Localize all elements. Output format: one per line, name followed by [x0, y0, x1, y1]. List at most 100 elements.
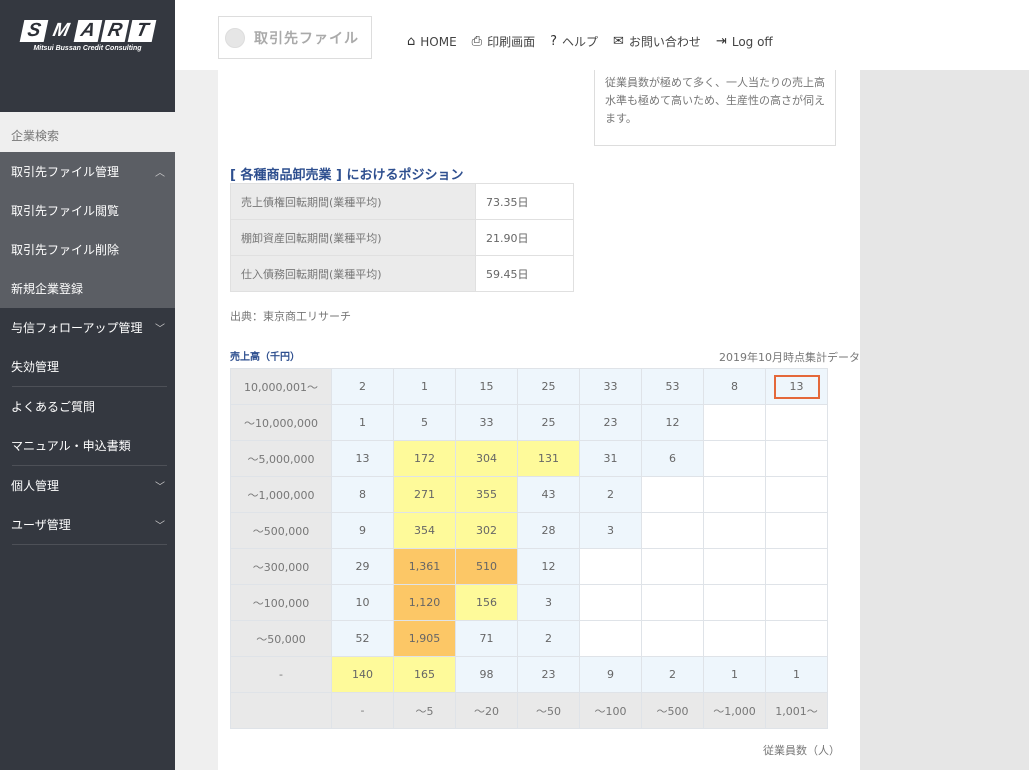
- sidebar-item-file-view[interactable]: 取引先ファイル閲覧: [0, 191, 175, 230]
- sidebar-item-company-search[interactable]: 企業検索: [0, 112, 175, 152]
- sidebar-item-followup[interactable]: 与信フォローアップ管理 ﹀: [0, 308, 175, 347]
- logo-letter: R: [100, 20, 129, 42]
- matrix-cell: 15: [455, 368, 518, 405]
- row-header: ～10,000,000: [230, 404, 332, 441]
- matrix-row: 10,000,001～ 2 1 15 25 33 53 8 13: [230, 368, 828, 405]
- column-header: ～500: [641, 692, 704, 729]
- matrix-cell: 23: [579, 404, 642, 441]
- matrix-row: ～50,000 52 1,905 71 2: [230, 620, 828, 657]
- sidebar-item-manual[interactable]: マニュアル・申込書類: [0, 426, 175, 465]
- x-axis-label: 従業員数（人）: [763, 744, 840, 757]
- logo[interactable]: S M A R T Mitsui Bussan Credit Consultin…: [0, 0, 175, 112]
- sidebar-group-file-management: 取引先ファイル管理 ︿ 取引先ファイル閲覧 取引先ファイル削除 新規企業登録: [0, 152, 175, 308]
- logo-subtitle: Mitsui Bussan Credit Consulting: [33, 45, 142, 52]
- chevron-up-icon: ︿: [155, 168, 165, 179]
- sidebar-item-file-delete[interactable]: 取引先ファイル削除: [0, 230, 175, 269]
- logo-letter: M: [50, 20, 71, 41]
- table-row: 仕入債務回転期間(業種平均) 59.45日: [230, 255, 574, 292]
- sidebar-item-personal[interactable]: 個人管理 ﹀: [0, 466, 175, 505]
- matrix-cell: 2: [641, 656, 704, 693]
- matrix-row: ～10,000,000 1 5 33 25 23 12: [230, 404, 828, 441]
- matrix-cell: 1,361: [393, 548, 456, 585]
- home-icon: ⌂: [407, 34, 416, 49]
- matrix-cell: [641, 476, 704, 513]
- nav-help[interactable]: ? ヘルプ: [550, 33, 598, 50]
- matrix-row: -140 165 98 23 9 2 1 1: [230, 656, 828, 693]
- logout-icon: ⇥: [715, 34, 727, 49]
- matrix-cell: [579, 584, 642, 621]
- matrix-date: 2019年10月時点集計データ: [719, 351, 860, 364]
- sidebar-item-file-management[interactable]: 取引先ファイル管理 ︿: [0, 152, 175, 191]
- matrix-cell: [765, 620, 828, 657]
- nav-home[interactable]: ⌂ HOME: [407, 34, 457, 49]
- position-value: 59.45日: [475, 255, 574, 292]
- sidebar-item-label: 取引先ファイル閲覧: [11, 204, 120, 218]
- position-label: 仕入債務回転期間(業種平均): [230, 255, 476, 292]
- help-icon: ?: [550, 34, 557, 49]
- section-title: [ 各種商品卸売業 ] におけるポジション: [230, 168, 464, 183]
- matrix-cell: [765, 584, 828, 621]
- matrix-cell: 33: [455, 404, 518, 441]
- matrix-cell: 12: [641, 404, 704, 441]
- chevron-down-icon: ﹀: [155, 521, 165, 532]
- matrix-cell: 28: [517, 512, 580, 549]
- sidebar-item-label: 取引先ファイル管理: [11, 165, 120, 179]
- matrix-cell: 2: [331, 368, 394, 405]
- chevron-down-icon: ﹀: [155, 324, 165, 335]
- matrix-cell: [641, 548, 704, 585]
- sidebar-item-new-company[interactable]: 新規企業登録: [0, 269, 175, 308]
- sidebar-item-invalid[interactable]: 失効管理: [0, 347, 175, 386]
- matrix-cell: [765, 440, 828, 477]
- matrix-cell: [703, 620, 766, 657]
- matrix-cell: [765, 512, 828, 549]
- matrix-cell: 31: [579, 440, 642, 477]
- matrix-cell: [765, 404, 828, 441]
- matrix-cell: [703, 440, 766, 477]
- matrix-cell: 33: [579, 368, 642, 405]
- header: 取引先ファイル ⌂ HOME ⎙ 印刷画面 ? ヘルプ ✉ お問い合わせ ⇥ L…: [175, 0, 1029, 70]
- matrix-cell: 8: [331, 476, 394, 513]
- printer-icon: ⎙: [471, 34, 483, 49]
- sidebar-item-label: ユーザ管理: [11, 518, 71, 532]
- row-header: ～1,000,000: [230, 476, 332, 513]
- sidebar-item-user[interactable]: ユーザ管理 ﹀: [0, 505, 175, 544]
- matrix-cell: 271: [393, 476, 456, 513]
- sidebar-item-faq[interactable]: よくあるご質問: [0, 387, 175, 426]
- position-value: 73.35日: [475, 183, 574, 220]
- matrix-cell: 354: [393, 512, 456, 549]
- matrix-row: ～500,000 9 354 302 28 3: [230, 512, 828, 549]
- matrix-footer-row: - ～5 ～20 ～50 ～100 ～500 ～1,000 1,001～: [230, 692, 828, 729]
- matrix-cell: [703, 584, 766, 621]
- matrix-cell: 304: [455, 440, 518, 477]
- matrix-cell: 355: [455, 476, 518, 513]
- matrix-cell: [703, 548, 766, 585]
- matrix-cell: 1: [331, 404, 394, 441]
- matrix-row: ～5,000,000 13 172 304 131 31 6: [230, 440, 828, 477]
- nav-contact[interactable]: ✉ お問い合わせ: [613, 33, 701, 50]
- matrix-cell: 53: [641, 368, 704, 405]
- column-header: ～20: [455, 692, 518, 729]
- matrix-cell: [579, 548, 642, 585]
- logo-letter: A: [73, 20, 102, 42]
- nav-help-label: ヘルプ: [562, 35, 599, 49]
- matrix-cell: [703, 512, 766, 549]
- file-indicator[interactable]: 取引先ファイル: [218, 16, 372, 59]
- matrix-cell: 156: [455, 584, 518, 621]
- highlighted-cell: 13: [773, 374, 820, 399]
- matrix-row: ～300,000 29 1,361 510 12: [230, 548, 828, 585]
- nav-print[interactable]: ⎙ 印刷画面: [472, 33, 535, 50]
- matrix-cell: 13: [331, 440, 394, 477]
- matrix-cell: [641, 512, 704, 549]
- sidebar-item-label: 個人管理: [11, 479, 60, 493]
- file-indicator-label: 取引先ファイル: [254, 30, 359, 47]
- nav-logoff[interactable]: ⇥ Log off: [716, 34, 773, 49]
- sidebar-item-label: マニュアル・申込書類: [11, 439, 131, 453]
- row-header: ～500,000: [230, 512, 332, 549]
- matrix-cell: [641, 620, 704, 657]
- nav-print-label: 印刷画面: [487, 35, 536, 49]
- matrix-row: ～1,000,000 8 271 355 43 2: [230, 476, 828, 513]
- matrix-cell: 9: [331, 512, 394, 549]
- top-nav: ⌂ HOME ⎙ 印刷画面 ? ヘルプ ✉ お問い合わせ ⇥ Log off: [407, 33, 788, 50]
- matrix-cell: [703, 404, 766, 441]
- row-header: ～300,000: [230, 548, 332, 585]
